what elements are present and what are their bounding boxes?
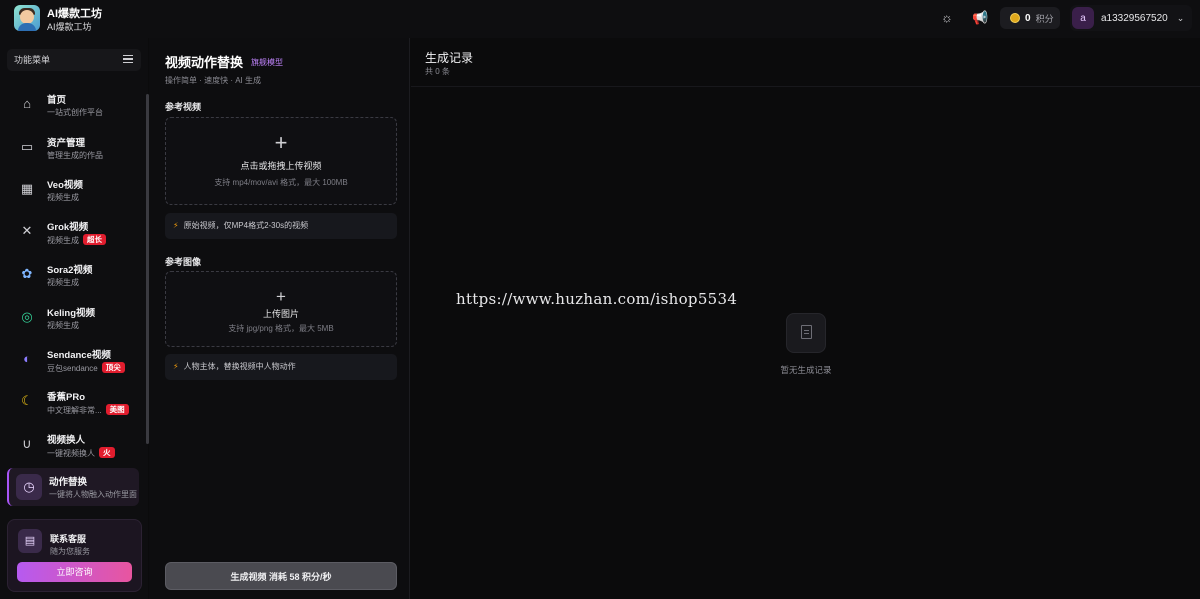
document-icon xyxy=(786,313,826,353)
sidebar-item-title: Keling视频 xyxy=(47,308,96,319)
brand-title: AI爆款工坊 xyxy=(47,8,102,20)
menu-title: 功能菜单 xyxy=(14,55,51,65)
magnet-icon: ∪ xyxy=(22,436,32,451)
breadcrumb: 操作简单 · 速度快 · AI 生成 xyxy=(165,76,261,85)
upload-hint: 支持 jpg/png 格式，最大 5MB xyxy=(228,324,334,333)
sidebar-item-subtitle: 豆包sendance 顶尖 xyxy=(47,362,125,374)
image-upload-dropzone[interactable]: + 上传图片 支持 jpg/png 格式，最大 5MB xyxy=(165,271,397,347)
badge: 顶尖 xyxy=(101,362,125,373)
grok-icon: ✕ xyxy=(21,223,33,238)
chat-icon: ▤ xyxy=(18,529,42,553)
sidebar-item-faceswap[interactable]: ∪ 视频换人 一键视频换人火 xyxy=(7,426,139,464)
sidebar-item-seedance[interactable]: ◐ Sendance视频 豆包sendance 顶尖 xyxy=(7,341,139,379)
video-tip: ⚡ 原始视频，仅MP4格式2-30s的视频 xyxy=(165,213,397,239)
sidebar-item-veo[interactable]: ▦ Veo视频 视频生成 xyxy=(7,171,139,209)
sidebar-item-title: 视频换人 xyxy=(47,435,86,446)
bolt-icon: ⚡ xyxy=(173,362,179,371)
sidebar-item-subtitle: 视频生成 xyxy=(47,278,79,287)
page-title: 视频动作替换 xyxy=(165,55,244,70)
generate-video-button[interactable]: 生成视频 消耗 58 积分/秒 xyxy=(165,562,397,590)
sidebar-item-title: 香蕉PRo xyxy=(47,392,86,403)
badge: 火 xyxy=(99,447,115,458)
folder-icon: ▭ xyxy=(20,139,34,154)
points-value: 0 xyxy=(1025,12,1031,24)
sidebar-item-subtitle: 视频生成 xyxy=(47,193,79,202)
badge: 美图 xyxy=(105,404,129,415)
coin-icon xyxy=(1010,13,1020,23)
watermark-url: https://www.huzhan.com/ishop5534 xyxy=(456,290,738,308)
sidebar-item-subtitle: 一键视频换人火 xyxy=(47,447,115,459)
consult-button[interactable]: 立即咨询 xyxy=(17,562,132,582)
image-section-label: 参考图像 xyxy=(165,257,202,267)
video-section-label: 参考视频 xyxy=(165,102,202,112)
menu-toggle-icon[interactable] xyxy=(123,55,133,63)
home-icon: ⌂ xyxy=(23,96,31,111)
sidebar: 功能菜单 ⌂ 首页 一站式创作平台 ▭ 资产管理 管理生成的作品 ▦ Veo视频… xyxy=(0,38,149,599)
bolt-icon: ⚡ xyxy=(173,221,179,230)
sidebar-item-subtitle: 一站式创作平台 xyxy=(47,108,103,117)
divider xyxy=(411,86,1200,87)
sidebar-item-title: 首页 xyxy=(47,95,67,106)
records-title: 生成记录 xyxy=(425,51,474,65)
video-upload-dropzone[interactable]: + 点击或拖拽上传视频 支持 mp4/mov/avi 格式，最大 100MB xyxy=(165,117,397,205)
sidebar-item-sora[interactable]: ✿ Sora2视频 视频生成 xyxy=(7,256,139,294)
sidebar-item-subtitle: 视频生成 超长 xyxy=(47,234,106,246)
model-tag: 旗舰模型 xyxy=(251,58,283,67)
megaphone-icon[interactable]: 📢 xyxy=(972,10,988,26)
sidebar-item-assets[interactable]: ▭ 资产管理 管理生成的作品 xyxy=(7,129,139,167)
brand-logo[interactable] xyxy=(14,5,40,31)
badge: 超长 xyxy=(83,234,106,245)
sidebar-item-home[interactable]: ⌂ 首页 一站式创作平台 xyxy=(7,86,139,124)
chevron-down-icon: ⌄ xyxy=(1176,12,1185,23)
sidebar-item-subtitle: 管理生成的作品 xyxy=(47,151,103,160)
support-subtitle: 随为您服务 xyxy=(50,547,90,556)
banana-icon: ☾ xyxy=(21,393,33,408)
records-panel: 生成记录 共 0 条 https://www.huzhan.com/ishop5… xyxy=(411,38,1200,599)
upload-label: 上传图片 xyxy=(262,309,299,319)
sidebar-item-title: 动作替换 xyxy=(49,477,88,488)
menu-header: 功能菜单 xyxy=(7,49,141,71)
image-tip: ⚡ 人物主体，替换视频中人物动作 xyxy=(165,354,397,380)
sun-icon[interactable]: ☼ xyxy=(939,10,955,26)
sidebar-item-kling[interactable]: ◎ Keling视频 视频生成 xyxy=(7,299,139,337)
sidebar-item-subtitle: 中文理解非常... 美图 xyxy=(47,404,129,416)
sidebar-item-motion-swap[interactable]: ◷ 动作替换 一键将人物融入动作里面 xyxy=(7,468,139,506)
sidebar-item-subtitle: 视频生成 xyxy=(47,321,79,330)
upload-hint: 支持 mp4/mov/avi 格式，最大 100MB xyxy=(214,178,348,187)
config-panel: 视频动作替换 旗舰模型 操作简单 · 速度快 · AI 生成 参考视频 + 点击… xyxy=(149,38,410,599)
username: a13329567520 xyxy=(1101,12,1168,24)
sidebar-item-title: Sendance视频 xyxy=(47,350,111,361)
sora-icon: ✿ xyxy=(21,266,33,281)
sidebar-item-title: Sora2视频 xyxy=(47,265,93,276)
brand-subtitle: AI爆款工坊 xyxy=(47,22,92,32)
avatar: a xyxy=(1072,7,1094,29)
top-bar: AI爆款工坊 AI爆款工坊 ☼ 📢 0 积分 a a13329567520 ⌄ xyxy=(0,0,1200,38)
sidebar-item-title: 资产管理 xyxy=(47,138,86,149)
records-count: 共 0 条 xyxy=(425,67,450,76)
sidebar-item-grok[interactable]: ✕ Grok视频 视频生成 超长 xyxy=(7,213,139,251)
user-menu[interactable]: a a13329567520 ⌄ xyxy=(1070,5,1192,31)
upload-label: 点击或拖拽上传视频 xyxy=(240,161,322,171)
sidebar-item-subtitle: 一键将人物融入动作里面 xyxy=(49,490,137,499)
seedance-icon: ◐ xyxy=(23,351,31,366)
sidebar-item-title: Grok视频 xyxy=(47,222,89,233)
sidebar-item-title: Veo视频 xyxy=(47,180,83,191)
plus-icon: + xyxy=(276,287,286,306)
kling-icon: ◎ xyxy=(21,309,33,324)
points-balance[interactable]: 0 积分 xyxy=(1000,7,1060,29)
support-card: ▤ 联系客服 随为您服务 立即咨询 xyxy=(7,519,142,592)
empty-state-text: 暂无生成记录 xyxy=(780,365,832,375)
film-icon: ▦ xyxy=(20,181,34,196)
plus-icon: + xyxy=(274,130,288,155)
sidebar-item-banana[interactable]: ☾ 香蕉PRo 中文理解非常... 美图 xyxy=(7,383,139,421)
support-title: 联系客服 xyxy=(50,534,87,544)
points-unit: 积分 xyxy=(1035,13,1054,24)
clock-icon: ◷ xyxy=(16,474,42,500)
